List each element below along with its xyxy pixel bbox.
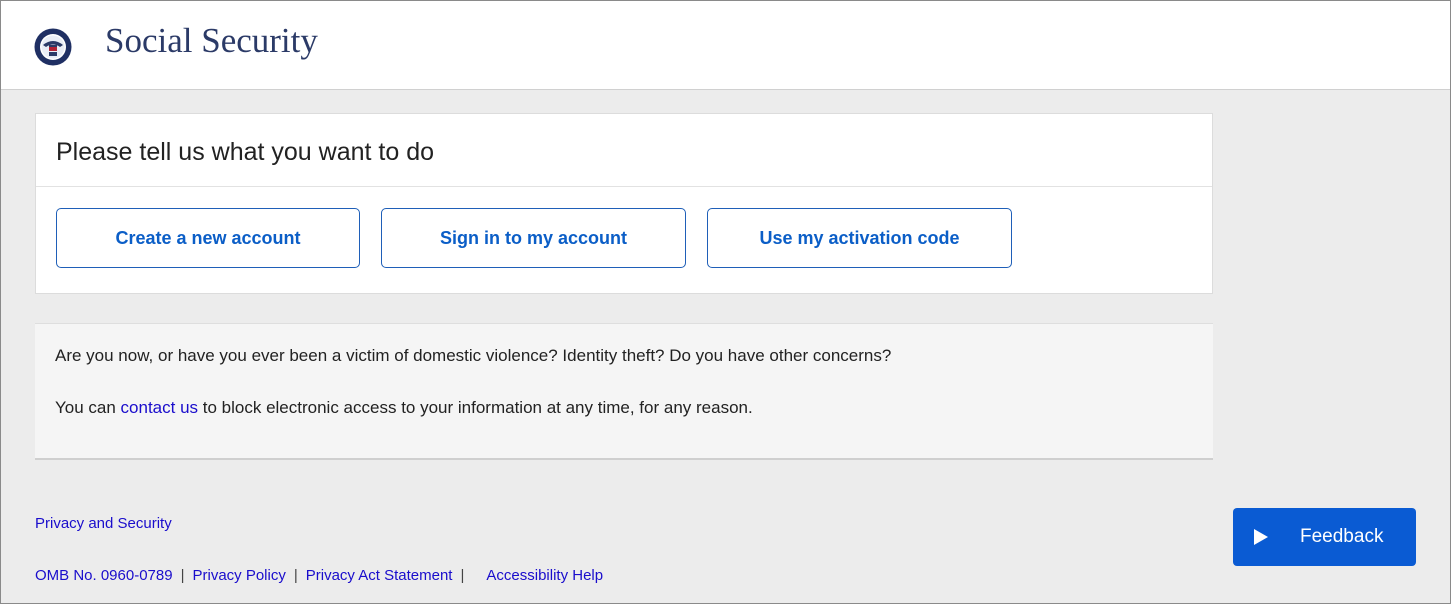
footer-separator: | xyxy=(180,567,185,584)
notice-text-after: to block electronic access to your infor… xyxy=(198,398,753,417)
footer-links: OMB No. 0960-0789 | Privacy Policy | Privacy… xyxy=(35,567,603,584)
divider xyxy=(36,186,1212,187)
create-account-button[interactable]: Create a new account xyxy=(56,208,360,268)
feedback-label: Feedback xyxy=(1300,526,1384,547)
play-triangle-icon xyxy=(1254,529,1268,545)
ssa-seal-icon[interactable] xyxy=(34,28,72,66)
sign-in-button[interactable]: Sign in to my account xyxy=(381,208,686,268)
site-header: Social Security xyxy=(1,1,1450,90)
notice-line-2: You can contact us to block electronic a… xyxy=(55,398,753,418)
privacy-act-link[interactable]: Privacy Act Statement xyxy=(306,567,453,584)
privacy-policy-link[interactable]: Privacy Policy xyxy=(192,567,285,584)
task-card: Please tell us what you want to do Creat… xyxy=(35,113,1213,294)
activation-code-button[interactable]: Use my activation code xyxy=(707,208,1012,268)
domestic-violence-notice: Are you now, or have you ever been a vic… xyxy=(35,323,1213,460)
footer-separator: | xyxy=(293,567,298,584)
feedback-button[interactable]: Feedback xyxy=(1233,508,1416,566)
site-brand[interactable]: Social Security xyxy=(105,21,318,61)
task-card-title: Please tell us what you want to do xyxy=(56,138,435,166)
notice-text-before: You can xyxy=(55,398,121,417)
privacy-security-link[interactable]: Privacy and Security xyxy=(35,515,172,532)
notice-line-1: Are you now, or have you ever been a vic… xyxy=(55,346,892,365)
footer-separator: | xyxy=(460,567,465,584)
contact-us-link[interactable]: contact us xyxy=(121,398,199,417)
accessibility-help-link[interactable]: Accessibility Help xyxy=(486,567,603,584)
footer-privacy-row: Privacy and Security xyxy=(35,515,172,532)
omb-number: OMB No. 0960-0789 xyxy=(35,567,173,584)
